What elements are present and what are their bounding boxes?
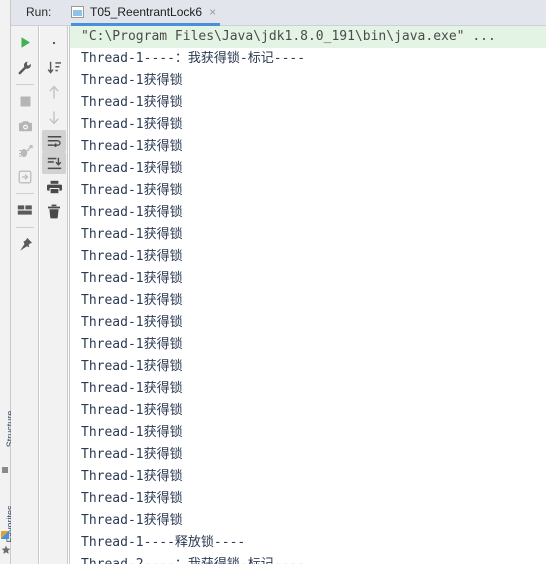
console-output-line: Thread-1获得锁 [81,359,183,374]
edit-configuration-button[interactable] [11,55,39,80]
console-output-line: Thread-1获得锁 [81,447,183,462]
pin-icon [19,237,32,251]
bug-arrow-icon [18,144,33,157]
console-output-panel[interactable]: "C:\Program Files\Java\jdk1.8.0_191\bin\… [69,26,546,564]
console-output-line: Thread-1获得锁 [81,205,183,220]
toolbar-separator [15,84,34,85]
camera-icon [18,121,32,132]
console-output-line: Thread-1获得锁 [81,293,183,308]
console-output-line: Thread-1获得锁 [81,183,183,198]
arrow-up-icon [49,85,59,99]
console-output-line: Thread-1获得锁 [81,513,183,528]
run-label: Run: [26,5,52,19]
console-output-line: Thread-1获得锁 [81,139,183,154]
stop-square-icon [20,96,30,107]
toolbar-separator [15,193,34,194]
star-icon [1,545,11,555]
console-output-line: Thread-1----释放锁---- [81,535,246,550]
login-arrow-icon [18,170,32,183]
console-output-line: Thread-1获得锁 [81,337,183,352]
console-output-line: Thread-1获得锁 [81,227,183,242]
print-button[interactable] [40,174,68,199]
run-toolbar-primary [11,26,39,564]
structure-icon [2,467,8,473]
scroll-to-end-icon [47,157,61,169]
prev-occurrence-button[interactable] [40,80,68,105]
module-icon [1,531,9,539]
toolbar-separator [15,227,34,228]
console-output-line: Thread-1获得锁 [81,315,183,330]
dump-threads-button[interactable] [11,139,39,164]
console-output-line: Thread-2----：我获得锁-标记---- [70,554,546,564]
console-output-line: Thread-1获得锁 [81,95,183,110]
scroll-to-end-button[interactable] [42,152,66,174]
console-window-icon [71,5,84,18]
clear-all-button[interactable] [40,199,68,224]
stop-button[interactable] [11,89,39,114]
sort-descending-icon [47,61,61,74]
console-output-line: Thread-1获得锁 [81,491,183,506]
layout-restore-icon [17,205,32,215]
dot-button[interactable] [40,30,68,55]
next-occurrence-button[interactable] [40,105,68,130]
rerun-button[interactable] [11,30,39,55]
tab-label: T05_ReentrantLock6 [90,4,203,19]
console-output-line: Thread-1获得锁 [81,271,183,286]
run-toolbar-secondary [40,26,68,564]
wrench-icon [18,61,31,74]
console-output-line: Thread-1获得锁 [81,117,183,132]
play-triangle-icon [21,37,30,48]
tab-t05-reentrantlock6[interactable]: T05_ReentrantLock6 × [71,0,221,26]
console-output-line: Thread-1获得锁 [81,403,183,418]
console-output-line: Thread-1获得锁 [81,469,183,484]
console-output-line: Thread-1获得锁 [81,249,183,264]
printer-icon [46,180,62,193]
left-tool-strip: Structure Favorites [0,0,15,564]
soft-wrap-button[interactable] [42,130,66,152]
console-output-line: Thread-1获得锁 [81,425,183,440]
layout-button[interactable] [11,198,39,223]
console-output-line: Thread-1获得锁 [81,161,183,176]
attach-button[interactable] [11,164,39,189]
console-output-line: Thread-1获得锁 [81,381,183,396]
console-output-line: Thread-1获得锁 [81,73,183,88]
run-tool-window-header: Run: T05_ReentrantLock6 × [11,0,546,26]
trash-icon [48,204,60,219]
sort-output-button[interactable] [40,55,68,80]
arrow-down-icon [49,111,59,125]
dot-icon [52,41,56,44]
console-line-list: "C:\Program Files\Java\jdk1.8.0_191\bin\… [70,26,546,564]
soft-wrap-icon [47,135,61,147]
console-command-line: "C:\Program Files\Java\jdk1.8.0_191\bin\… [70,26,546,48]
console-output-line: Thread-1----：我获得锁-标记---- [81,51,306,66]
screenshot-button[interactable] [11,114,39,139]
pin-tab-button[interactable] [11,232,39,257]
close-icon[interactable]: × [209,6,216,18]
